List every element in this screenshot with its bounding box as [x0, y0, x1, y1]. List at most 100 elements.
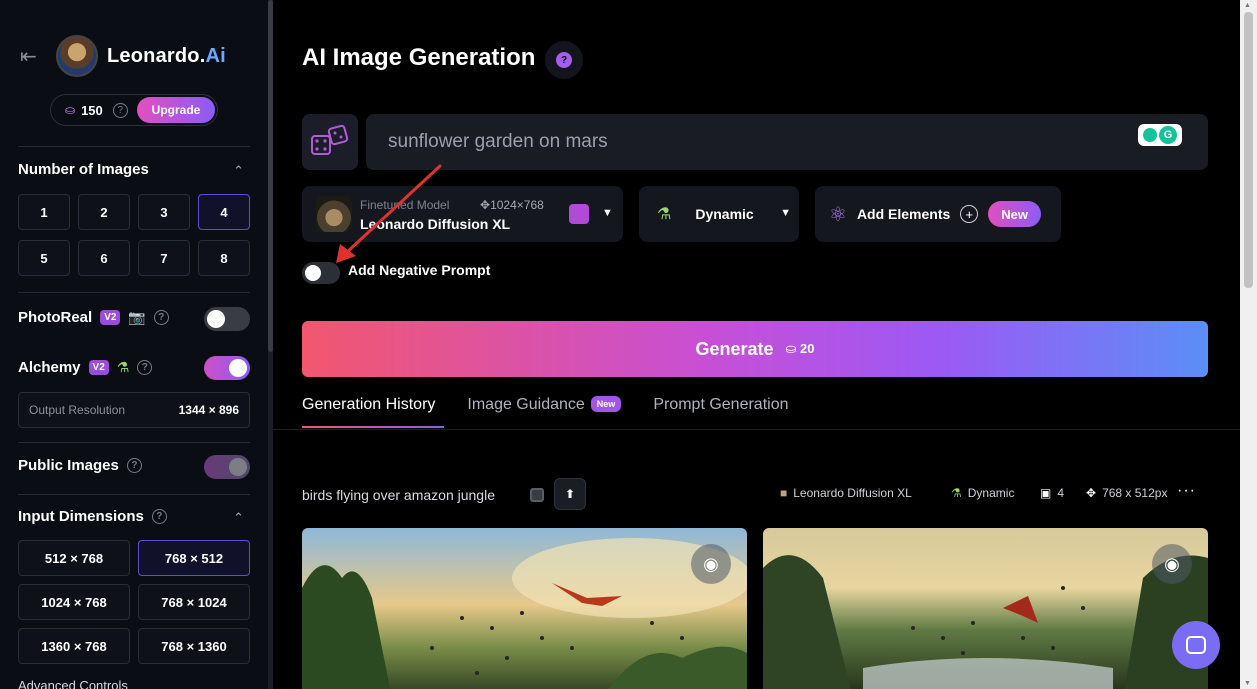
- move-icon: ✥: [1086, 486, 1097, 500]
- jungle-birds-image: [302, 538, 747, 689]
- potion-icon: ⚗: [951, 486, 962, 500]
- chevron-down-icon[interactable]: ▼: [602, 207, 613, 219]
- page-title: AI Image Generation: [302, 44, 536, 71]
- photoreal-toggle[interactable]: [204, 307, 250, 331]
- chat-icon: [1186, 636, 1206, 654]
- more-options-icon[interactable]: ···: [1177, 482, 1196, 500]
- generate-button[interactable]: Generate ⛀ 20: [302, 321, 1208, 377]
- photoreal-row: PhotoReal V2 📷 ?: [18, 309, 169, 326]
- model-icon: ■: [780, 486, 788, 500]
- eye-icon: ◉: [1164, 553, 1180, 574]
- divider: [273, 429, 1240, 430]
- alchemy-toggle[interactable]: [204, 356, 250, 380]
- tab-generation-history[interactable]: Generation History: [302, 396, 435, 430]
- alchemy-version-badge: V2: [88, 360, 109, 375]
- divider: [18, 442, 250, 443]
- alchemy-help-icon[interactable]: ?: [137, 360, 153, 375]
- num-images-5[interactable]: 5: [18, 240, 70, 276]
- token-count: 150: [81, 102, 103, 118]
- prompt-input[interactable]: sunflower garden on mars G: [366, 114, 1208, 170]
- output-resolution-value: 1344 × 896: [178, 403, 239, 417]
- negative-prompt-toggle[interactable]: [302, 262, 340, 284]
- number-of-images-title[interactable]: Number of Images: [18, 161, 149, 178]
- sidebar: ⇤ Leonardo.Ai ⛀ 150 ? Upgrade Number of …: [0, 0, 268, 689]
- scrollbar-thumb[interactable]: [1244, 12, 1253, 288]
- divider: [18, 494, 250, 495]
- num-images-6[interactable]: 6: [78, 240, 130, 276]
- help-icon: ?: [556, 52, 572, 68]
- jungle-birds-image: [763, 555, 1208, 689]
- generated-image-2[interactable]: ◉: [763, 528, 1208, 689]
- view-image-button[interactable]: ◉: [691, 544, 731, 584]
- dimension-768x1360[interactable]: 768 × 1360: [138, 628, 250, 664]
- scroll-up-icon[interactable]: ▲: [1244, 2, 1251, 9]
- model-subtitle: Finetuned Model: [360, 198, 450, 212]
- token-icon: ⛀: [785, 341, 797, 356]
- logo-row: ⇤ Leonardo.Ai: [20, 34, 226, 78]
- num-images-8[interactable]: 8: [198, 240, 250, 276]
- tabs: Generation History Image Guidance New Pro…: [302, 396, 821, 430]
- dimension-512x768[interactable]: 512 × 768: [18, 540, 130, 576]
- num-images-3[interactable]: 3: [138, 194, 190, 230]
- page-help-button[interactable]: ?: [545, 41, 583, 79]
- photoreal-help-icon[interactable]: ?: [153, 310, 169, 325]
- generation-prompt: birds flying over amazon jungle: [302, 487, 495, 503]
- output-resolution: Output Resolution 1344 × 896: [18, 392, 250, 428]
- tab-image-guidance[interactable]: Image Guidance New: [467, 396, 622, 430]
- model-selector[interactable]: Finetuned Model ✥1024×768 Leonardo Diffu…: [302, 186, 623, 242]
- collapse-number-of-images-icon[interactable]: ⌃: [233, 163, 244, 179]
- camera-icon: 📷: [128, 309, 146, 325]
- collapse-sidebar-icon[interactable]: ⇤: [20, 44, 42, 69]
- public-images-toggle[interactable]: [204, 455, 250, 479]
- tokens-help-icon[interactable]: ?: [112, 102, 128, 118]
- add-elements-button[interactable]: ⚛ Add Elements + New: [815, 186, 1061, 242]
- generated-image-1[interactable]: ◉: [302, 528, 747, 689]
- collapse-input-dimensions-icon[interactable]: ⌃: [233, 510, 244, 526]
- output-resolution-label: Output Resolution: [29, 403, 126, 417]
- generation-style: ⚗ Dynamic: [951, 486, 1015, 500]
- dimension-1360x768[interactable]: 1360 × 768: [18, 628, 130, 664]
- page-scrollbar[interactable]: ▲ ▼: [1240, 0, 1257, 689]
- chevron-down-icon[interactable]: ▼: [780, 207, 791, 219]
- view-image-button[interactable]: ◉: [1152, 544, 1192, 584]
- dimension-1024x768[interactable]: 1024 × 768: [18, 584, 130, 620]
- arrow-up-icon: ⬆: [564, 487, 576, 501]
- model-tag-icon[interactable]: [569, 204, 589, 224]
- num-images-1[interactable]: 1: [18, 194, 70, 230]
- input-dimensions-help-icon[interactable]: ?: [151, 509, 167, 524]
- reuse-prompt-button[interactable]: ⬆: [554, 478, 586, 510]
- model-name: Leonardo Diffusion XL: [360, 216, 511, 232]
- eye-icon: ◉: [703, 553, 719, 574]
- preset-style-selector[interactable]: ⚗ Dynamic ▼: [639, 186, 799, 242]
- generation-count: ▣ 4: [1040, 486, 1065, 500]
- add-elements-label: Add Elements: [856, 206, 951, 222]
- num-images-2[interactable]: 2: [78, 194, 130, 230]
- dimension-768x512[interactable]: 768 × 512: [138, 540, 250, 576]
- move-icon: ✥: [480, 198, 491, 212]
- dice-icon: [311, 124, 349, 155]
- input-dimensions-title[interactable]: Input Dimensions ?: [18, 508, 167, 525]
- random-prompt-button[interactable]: [302, 114, 358, 170]
- public-images-row: Public Images ?: [18, 457, 142, 474]
- public-images-help-icon[interactable]: ?: [126, 458, 142, 473]
- num-images-4[interactable]: 4: [198, 194, 250, 230]
- num-images-7[interactable]: 7: [138, 240, 190, 276]
- divider: [18, 146, 250, 147]
- photoreal-version-badge: V2: [100, 310, 121, 325]
- main-panel: AI Image Generation ? sunflower garden o…: [273, 0, 1240, 689]
- support-chat-button[interactable]: [1172, 621, 1220, 669]
- dimension-768x1024[interactable]: 768 × 1024: [138, 584, 250, 620]
- generation-model: ■ Leonardo Diffusion XL: [780, 486, 912, 500]
- model-dimensions: ✥1024×768: [480, 198, 544, 212]
- upgrade-button[interactable]: Upgrade: [137, 97, 215, 123]
- potion-icon: ⚗: [116, 359, 130, 375]
- tab-prompt-generation[interactable]: Prompt Generation: [653, 396, 788, 430]
- advanced-controls[interactable]: Advanced Controls: [18, 678, 128, 689]
- brand-name: Leonardo.Ai: [107, 44, 226, 67]
- preset-style-label: Dynamic: [695, 206, 754, 222]
- generation-header: birds flying over amazon jungle ⬆ ■ Leona…: [302, 478, 1208, 512]
- model-thumbnail: [316, 196, 352, 232]
- scroll-down-icon[interactable]: ▼: [1244, 680, 1251, 687]
- copy-icon[interactable]: [530, 488, 544, 502]
- grammarly-icon[interactable]: G: [1138, 124, 1182, 146]
